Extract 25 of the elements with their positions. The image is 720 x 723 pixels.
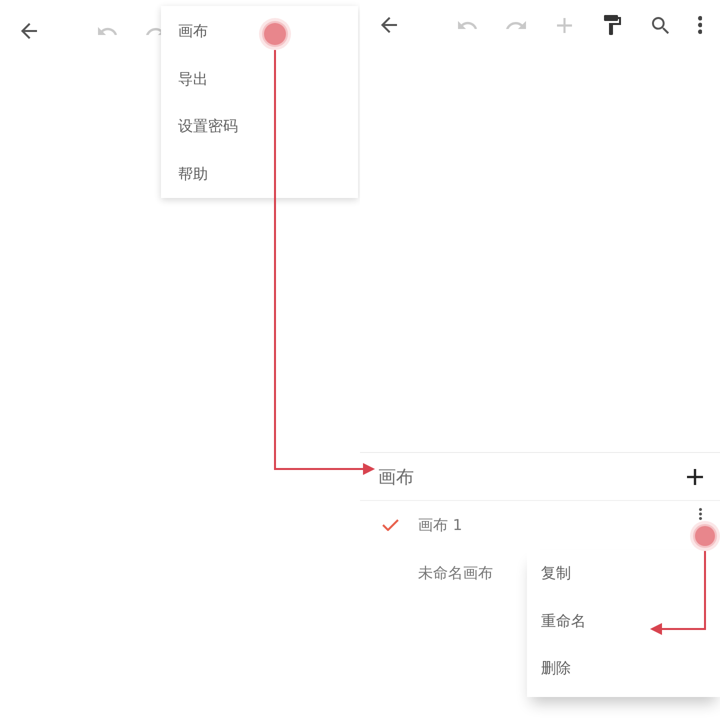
more-vert-icon	[698, 508, 702, 520]
back-arrow-icon	[21, 23, 37, 39]
touch-point-icon	[690, 521, 720, 551]
undo-icon	[98, 26, 118, 36]
back-arrow-icon	[381, 17, 397, 33]
sheet-title: 画布	[378, 466, 414, 488]
menu-item[interactable]: 删除	[527, 645, 720, 692]
menu-item[interactable]: 复制	[527, 550, 720, 598]
canvas-item[interactable]: 画布 1	[382, 516, 462, 534]
search-icon	[652, 16, 668, 34]
paint-roller-icon	[604, 15, 620, 35]
redo-icon	[506, 20, 526, 30]
menu-item[interactable]: 设置密码	[161, 103, 358, 150]
menu-item[interactable]: 导出	[161, 56, 358, 103]
undo-icon	[458, 20, 478, 30]
check-icon	[382, 519, 399, 531]
more-vert-icon	[698, 16, 702, 34]
more-button[interactable]	[698, 508, 702, 520]
menu-item[interactable]: 画布	[161, 8, 358, 56]
plus-icon	[556, 18, 572, 32]
menu-item[interactable]: 重命名	[527, 598, 720, 645]
canvas-item[interactable]: 未命名画布	[382, 564, 493, 582]
touch-point-icon	[259, 18, 291, 50]
plus-icon	[687, 468, 703, 484]
menu-item[interactable]: 帮助	[161, 150, 358, 198]
